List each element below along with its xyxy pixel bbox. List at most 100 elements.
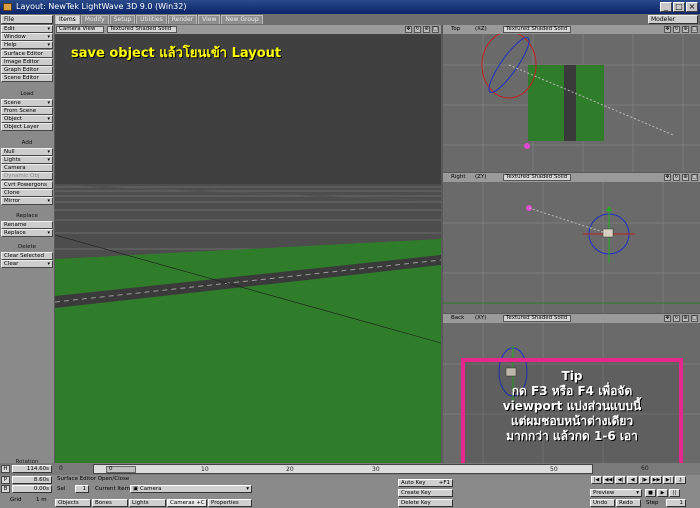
move-view-icon[interactable]: ✥ xyxy=(664,315,671,322)
delete-header: Delete xyxy=(17,244,37,250)
back-view-axes: (XY) xyxy=(475,315,487,321)
stop-button[interactable]: ■ xyxy=(645,489,656,497)
render-mode-select[interactable]: Textured Shaded Solid xyxy=(107,26,177,33)
tab-render[interactable]: Render xyxy=(167,15,198,24)
move-view-icon[interactable]: ✥ xyxy=(405,26,412,33)
pitch-value[interactable]: 8.60s xyxy=(12,476,52,484)
replace-button[interactable]: Replace ▾ xyxy=(1,229,53,237)
zoom-view-icon[interactable]: ⊕ xyxy=(423,26,430,33)
play-backward-button[interactable]: ◀ xyxy=(627,476,638,484)
maximize-view-icon[interactable]: □ xyxy=(691,174,698,181)
load-object-button[interactable]: Object ▾ xyxy=(1,115,53,123)
preview-select[interactable]: Preview ▾ xyxy=(590,489,642,497)
objects-button[interactable]: Objects xyxy=(55,499,91,507)
back-viewport-icons: ✥ ↻ ⊕ □ xyxy=(664,315,698,322)
go-to-start-button[interactable]: |◀ xyxy=(591,476,602,484)
bank-value[interactable]: 0.00s xyxy=(12,485,52,493)
viewport-icons: ✥ ↻ ⊕ □ xyxy=(405,26,439,33)
delete-key-button[interactable]: Delete Key xyxy=(398,499,453,507)
minimize-button[interactable]: _ xyxy=(660,2,672,12)
dropdown-arrow-icon: ▾ xyxy=(47,100,50,106)
lights-button[interactable]: Lights xyxy=(129,499,166,507)
maximize-view-icon[interactable]: □ xyxy=(691,315,698,322)
pause-button[interactable]: || xyxy=(669,489,680,497)
clear-selected-button[interactable]: Clear Selected xyxy=(1,252,53,260)
go-to-end-button[interactable]: ▶| xyxy=(663,476,674,484)
cameras-button[interactable]: Cameras +C xyxy=(167,499,207,507)
create-key-button[interactable]: Create Key xyxy=(398,489,453,497)
convert-powergons-button[interactable]: Cvrt Powergons xyxy=(1,181,53,189)
dropdown-arrow-icon: ▾ xyxy=(47,116,50,122)
current-item-select[interactable]: ▣ Camera ▾ xyxy=(130,485,252,493)
heading-value[interactable]: 114.60s xyxy=(12,465,52,473)
undo-button[interactable]: Undo xyxy=(590,499,615,507)
tick-label: 10 xyxy=(201,466,209,473)
rename-button[interactable]: Rename xyxy=(1,221,53,229)
surface-editor-button[interactable]: Surface Editor xyxy=(1,50,53,58)
load-object-layer-button[interactable]: Object Layer xyxy=(1,123,53,131)
file-menu[interactable]: File xyxy=(1,15,53,24)
properties-button[interactable]: Properties xyxy=(208,499,252,507)
mirror-button[interactable]: Mirror ▾ xyxy=(1,197,53,205)
right-render-mode-select[interactable]: Textured Shaded Solid xyxy=(503,174,571,181)
move-view-icon[interactable]: ✥ xyxy=(664,26,671,33)
right-view-scene xyxy=(443,173,700,313)
back-render-mode-select[interactable]: Textured Shaded Solid xyxy=(503,315,571,322)
right-viewport[interactable]: Right (ZY) Textured Shaded Solid ✥ ↻ ⊕ □ xyxy=(443,173,700,313)
p-axis-toggle[interactable]: P xyxy=(1,476,10,484)
key-icon-button[interactable]: ⚷ xyxy=(675,476,686,484)
tab-setup[interactable]: Setup xyxy=(109,15,136,24)
image-editor-button[interactable]: Image Editor xyxy=(1,58,53,66)
zoom-view-icon[interactable]: ⊕ xyxy=(682,315,689,322)
top-viewport[interactable]: Top (XZ) Textured Shaded Solid ✥ ↻ ⊕ □ xyxy=(443,25,700,172)
add-null-button[interactable]: Null ▾ xyxy=(1,148,53,156)
h-axis-toggle[interactable]: H xyxy=(1,465,10,473)
load-scene-button[interactable]: Scene ▾ xyxy=(1,99,53,107)
maximize-button[interactable]: □ xyxy=(673,2,685,12)
tab-view[interactable]: View xyxy=(198,15,221,24)
clear-button[interactable]: Clear ▾ xyxy=(1,260,53,268)
frame-slider-knob[interactable]: 0 xyxy=(106,466,136,473)
step-value[interactable]: 1 xyxy=(666,499,686,507)
play-button[interactable]: ▶ xyxy=(657,489,668,497)
dropdown-arrow-icon: ▾ xyxy=(47,198,50,204)
next-frame-button[interactable]: |▶ xyxy=(639,476,650,484)
tab-modify[interactable]: Modify xyxy=(80,15,109,24)
auto-key-button[interactable]: Auto Key +F1 xyxy=(398,479,453,487)
rotate-view-icon[interactable]: ↻ xyxy=(414,26,421,33)
help-menu-button[interactable]: Help ▾ xyxy=(1,41,53,49)
bones-button[interactable]: Bones xyxy=(92,499,128,507)
back-view-label: Back xyxy=(451,315,465,321)
previous-key-button[interactable]: ◀◀ xyxy=(603,476,614,484)
zoom-view-icon[interactable]: ⊕ xyxy=(682,174,689,181)
move-view-icon[interactable]: ✥ xyxy=(664,174,671,181)
maximize-view-icon[interactable]: □ xyxy=(432,26,439,33)
rotate-view-icon[interactable]: ↻ xyxy=(673,315,680,322)
tab-items[interactable]: Items xyxy=(55,15,80,24)
redo-button[interactable]: Redo xyxy=(616,499,641,507)
rotate-view-icon[interactable]: ↻ xyxy=(673,26,680,33)
previous-frame-button[interactable]: ◀| xyxy=(615,476,626,484)
clone-button[interactable]: Clone xyxy=(1,189,53,197)
top-render-mode-select[interactable]: Textured Shaded Solid xyxy=(503,26,571,33)
add-lights-button[interactable]: Lights ▾ xyxy=(1,156,53,164)
view-type-select[interactable]: Camera View xyxy=(56,26,104,33)
add-camera-button[interactable]: Camera xyxy=(1,164,53,172)
zoom-view-icon[interactable]: ⊕ xyxy=(682,26,689,33)
modeler-switch-button[interactable]: Modeler xyxy=(648,15,698,24)
b-axis-toggle[interactable]: B xyxy=(1,485,10,493)
tab-utilities[interactable]: Utilities xyxy=(136,15,167,24)
add-dynamic-obj-button[interactable]: Dynamic Obj xyxy=(1,172,53,180)
camera-viewport[interactable]: Camera View Textured Shaded Solid ✥ ↻ ⊕ … xyxy=(55,25,441,463)
tab-new-group[interactable]: New Group xyxy=(221,15,263,24)
load-from-scene-button[interactable]: From Scene xyxy=(1,107,53,115)
next-key-button[interactable]: ▶▶ xyxy=(651,476,662,484)
frame-slider[interactable]: 0 10 20 30 50 xyxy=(93,464,593,474)
maximize-view-icon[interactable]: □ xyxy=(691,26,698,33)
rotate-view-icon[interactable]: ↻ xyxy=(673,174,680,181)
graph-editor-button[interactable]: Graph Editor xyxy=(1,66,53,74)
close-button[interactable]: × xyxy=(686,2,698,12)
edit-menu-button[interactable]: Edit ▾ xyxy=(1,25,53,33)
window-menu-button[interactable]: Window ▾ xyxy=(1,33,53,41)
scene-editor-button[interactable]: Scene Editor xyxy=(1,74,53,82)
